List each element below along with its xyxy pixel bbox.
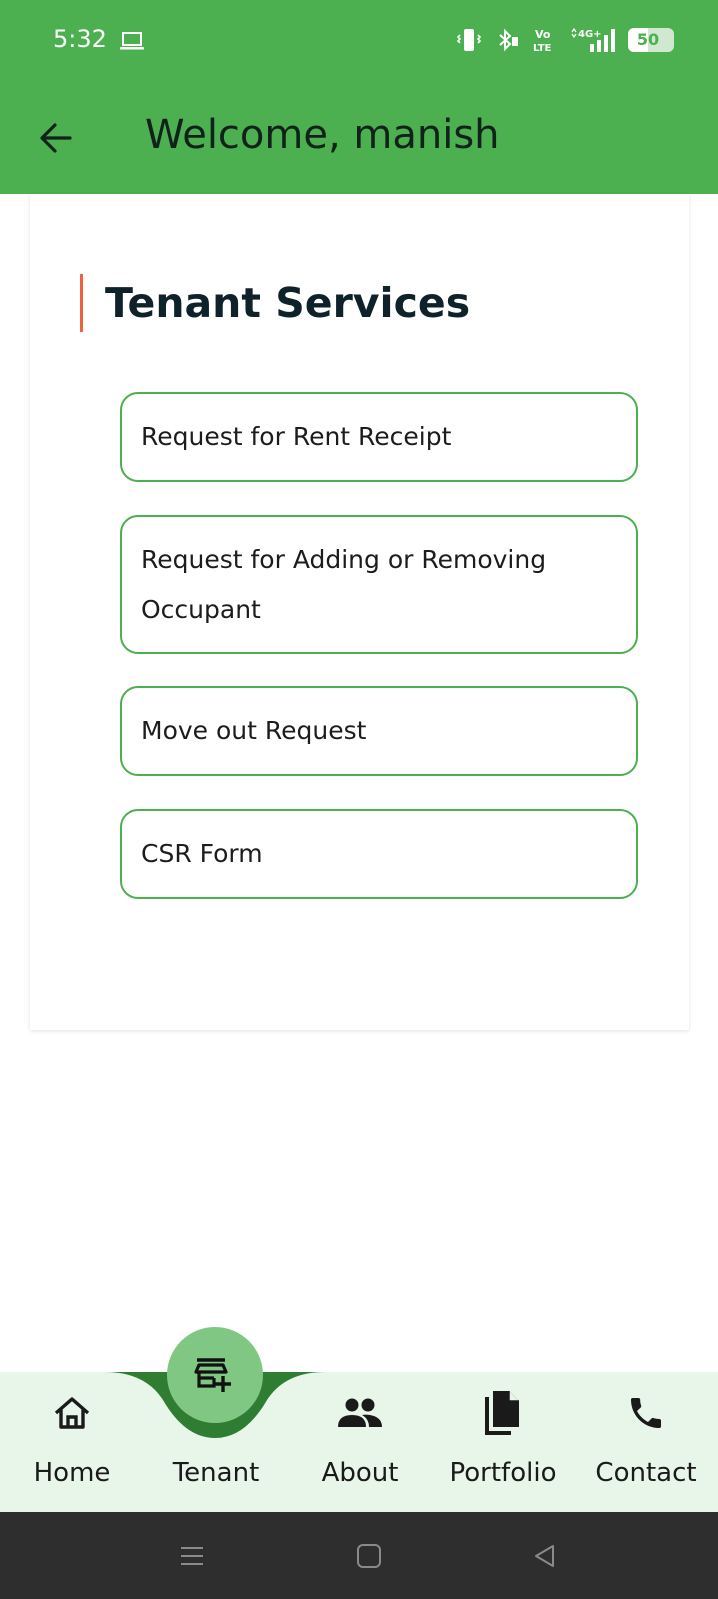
battery-level: 50 xyxy=(636,30,660,49)
back-system-button[interactable] xyxy=(528,1539,562,1573)
volte-bottom-label: LTE xyxy=(533,43,552,54)
recents-button[interactable] xyxy=(175,1539,209,1573)
tenant-services-card: Tenant Services Request for Rent Receipt… xyxy=(30,194,689,1030)
rent-receipt-label: Request for Rent Receipt xyxy=(141,422,452,451)
add-remove-occupant-button[interactable]: Request for Adding or Removing Occupant xyxy=(120,515,638,654)
signal-icon: 4G+ xyxy=(571,27,615,52)
rent-receipt-button[interactable]: Request for Rent Receipt xyxy=(120,392,638,482)
nav-item-portfolio[interactable]: Portfolio xyxy=(438,1388,568,1498)
nav-label-about: About xyxy=(321,1458,399,1488)
phone-icon xyxy=(631,1398,661,1428)
volte-icon: Vo LTE xyxy=(533,28,552,54)
page-title: Welcome, manish xyxy=(145,112,500,158)
battery-icon: 50 xyxy=(628,28,674,52)
section-header: Tenant Services xyxy=(80,274,470,332)
nav-item-home[interactable]: Home xyxy=(7,1388,137,1498)
volte-top-label: Vo xyxy=(535,28,551,41)
move-out-request-label: Move out Request xyxy=(141,716,367,745)
nav-item-tenant[interactable]: Tenant xyxy=(151,1388,281,1498)
laptop-icon xyxy=(120,32,144,50)
nav-label-tenant: Tenant xyxy=(172,1458,260,1488)
documents-icon xyxy=(485,1391,519,1435)
menu-icon xyxy=(181,1547,203,1565)
network-label: 4G+ xyxy=(578,29,602,40)
csr-form-label: CSR Form xyxy=(141,839,263,868)
accent-bar xyxy=(80,274,83,332)
nav-item-about[interactable]: About xyxy=(295,1388,425,1498)
add-remove-occupant-label: Request for Adding or Removing Occupant xyxy=(141,544,547,624)
arrow-left-icon xyxy=(40,123,72,153)
back-button[interactable] xyxy=(34,116,78,160)
bluetooth-icon xyxy=(499,28,518,52)
people-icon xyxy=(338,1398,382,1427)
status-time: 5:32 xyxy=(53,25,107,53)
nav-item-contact[interactable]: Contact xyxy=(581,1388,711,1498)
system-navigation-bar xyxy=(0,1512,718,1599)
home-square-icon xyxy=(357,1544,381,1568)
home-system-button[interactable] xyxy=(352,1539,386,1573)
back-triangle-icon xyxy=(535,1545,554,1567)
nav-label-contact: Contact xyxy=(595,1458,697,1488)
vibrate-icon xyxy=(456,29,482,51)
nav-label-portfolio: Portfolio xyxy=(449,1458,557,1488)
csr-form-button[interactable]: CSR Form xyxy=(120,809,638,899)
screen: 5:32 Vo LTE 4G+ 50 Welcome, manish Tenan… xyxy=(0,0,718,1599)
nav-label-home: Home xyxy=(33,1458,111,1488)
app-header: 5:32 Vo LTE 4G+ 50 Welcome, manish xyxy=(0,0,718,194)
status-icons: Vo LTE 4G+ 50 xyxy=(456,26,674,54)
move-out-request-button[interactable]: Move out Request xyxy=(120,686,638,776)
section-title: Tenant Services xyxy=(105,279,471,327)
home-icon xyxy=(54,1397,90,1429)
